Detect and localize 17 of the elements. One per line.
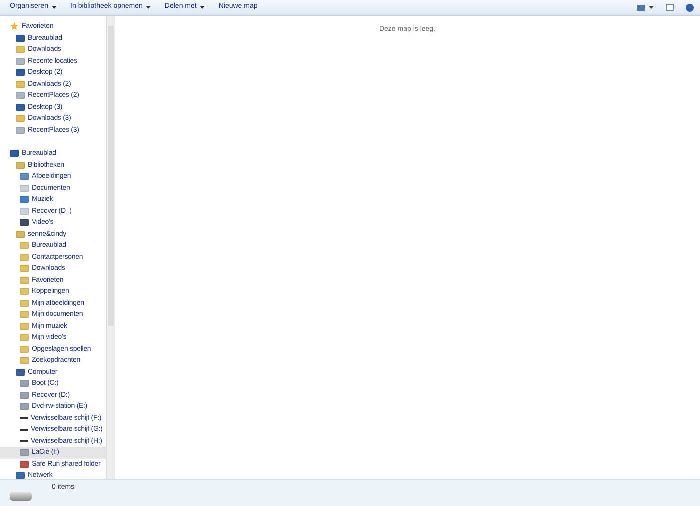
help-icon[interactable] bbox=[686, 4, 694, 12]
monitor-icon bbox=[10, 150, 19, 158]
drive-icon bbox=[10, 492, 32, 501]
monitor-icon bbox=[16, 104, 25, 111]
caret-icon bbox=[52, 6, 57, 9]
caret-icon bbox=[146, 6, 151, 9]
caret-icon[interactable] bbox=[649, 6, 654, 9]
star-icon bbox=[10, 22, 19, 32]
preview-pane-icon[interactable] bbox=[666, 4, 674, 11]
monitor-icon bbox=[16, 34, 25, 42]
caret-icon bbox=[200, 6, 205, 9]
monitor-icon bbox=[16, 368, 25, 376]
music-icon bbox=[20, 196, 29, 204]
scrollbar[interactable] bbox=[106, 16, 114, 479]
view-icon[interactable] bbox=[637, 4, 645, 10]
monitor-icon bbox=[16, 69, 25, 76]
drive-icon bbox=[20, 428, 28, 431]
